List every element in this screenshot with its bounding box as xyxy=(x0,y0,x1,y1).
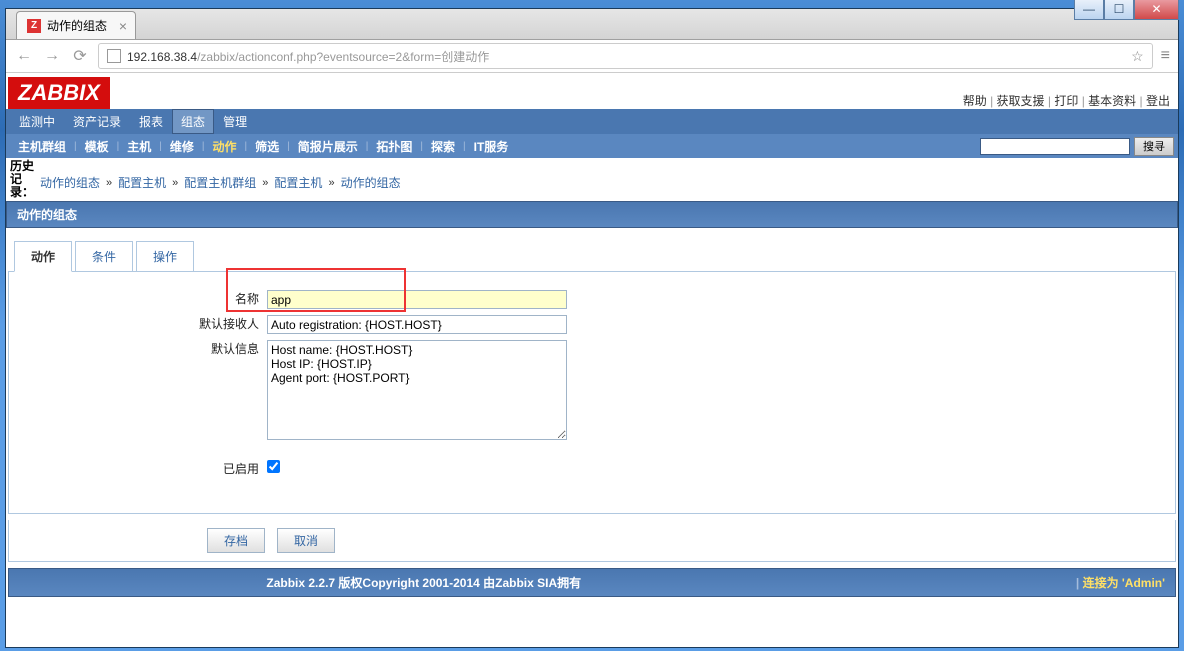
tab-title: 动作的组态 xyxy=(47,17,107,34)
link-logout[interactable]: 登出 xyxy=(1146,94,1170,108)
menu-inventory[interactable]: 资产记录 xyxy=(64,109,130,134)
submenu-filter[interactable]: 筛选 xyxy=(247,135,287,158)
submenu-slides[interactable]: 简报片展示 xyxy=(290,135,366,158)
breadcrumb-arrow-icon: » xyxy=(106,177,112,189)
search-input[interactable] xyxy=(980,138,1130,155)
tab-operations[interactable]: 操作 xyxy=(136,241,194,272)
browser-toolbar: ← → ⟳ 192.168.38.4/zabbix/actionconf.php… xyxy=(6,40,1178,73)
search-box: 搜寻 xyxy=(980,137,1174,156)
footer-copyright: Zabbix 2.2.7 版权Copyright 2001-2014 由Zabb… xyxy=(266,574,581,591)
sub-menu: 主机群组| 模板| 主机| 维修| 动作| 筛选| 简报片展示| 拓扑图| 探索… xyxy=(6,134,1178,158)
message-textarea[interactable] xyxy=(267,340,567,440)
tab-conditions[interactable]: 条件 xyxy=(75,241,133,272)
browser-window: Z 动作的组态 × ← → ⟳ 192.168.38.4/zabbix/acti… xyxy=(5,8,1179,648)
submenu-maps[interactable]: 拓扑图 xyxy=(368,135,420,158)
history-item[interactable]: 动作的组态 xyxy=(341,174,401,191)
history-row: 历史记录： 动作的组态 » 配置主机 » 配置主机群组 » 配置主机 » 动作的… xyxy=(6,158,1178,201)
link-profile[interactable]: 基本资料 xyxy=(1088,94,1146,108)
link-print[interactable]: 打印 xyxy=(1054,94,1088,108)
reload-button[interactable]: ⟳ xyxy=(70,46,90,66)
zabbix-favicon: Z xyxy=(27,19,41,33)
menu-reports[interactable]: 报表 xyxy=(130,109,172,134)
browser-tabstrip: Z 动作的组态 × xyxy=(6,9,1178,40)
form-buttons: 存档 取消 xyxy=(8,520,1176,562)
window-minimize[interactable]: — xyxy=(1074,0,1104,20)
submenu-hostgroups[interactable]: 主机群组 xyxy=(10,135,74,158)
message-label: 默认信息 xyxy=(17,340,267,357)
browser-tab[interactable]: Z 动作的组态 × xyxy=(16,11,136,39)
address-bar[interactable]: 192.168.38.4/zabbix/actionconf.php?event… xyxy=(98,43,1153,69)
tab-panel-action: 名称 默认接收人 默认信息 已启用 xyxy=(8,271,1176,514)
save-button[interactable]: 存档 xyxy=(207,528,265,553)
submenu-hosts[interactable]: 主机 xyxy=(119,135,159,158)
enabled-checkbox[interactable] xyxy=(267,460,280,473)
section-title: 动作的组态 xyxy=(6,201,1178,228)
history-item[interactable]: 配置主机群组 xyxy=(184,174,256,191)
url-text: 192.168.38.4/zabbix/actionconf.php?event… xyxy=(127,48,489,65)
history-item[interactable]: 配置主机 xyxy=(118,174,166,191)
chrome-menu-icon[interactable]: ≡ xyxy=(1161,47,1170,65)
submenu-discovery[interactable]: 探索 xyxy=(423,135,463,158)
menu-admin[interactable]: 管理 xyxy=(214,109,256,134)
link-help[interactable]: 帮助 xyxy=(963,94,997,108)
tab-action[interactable]: 动作 xyxy=(14,241,72,272)
history-item[interactable]: 动作的组态 xyxy=(40,174,100,191)
page-icon xyxy=(107,49,121,63)
submenu-actions[interactable]: 动作 xyxy=(205,135,245,158)
name-label: 名称 xyxy=(17,290,267,307)
name-input[interactable] xyxy=(267,290,567,309)
form-container: 动作 条件 操作 名称 默认接收人 xyxy=(6,228,1178,603)
submenu-itservices[interactable]: IT服务 xyxy=(466,135,517,158)
cancel-button[interactable]: 取消 xyxy=(277,528,335,553)
enabled-label: 已启用 xyxy=(17,460,267,477)
tab-close-icon[interactable]: × xyxy=(119,18,127,34)
breadcrumb-arrow-icon: » xyxy=(328,177,334,189)
history-item[interactable]: 配置主机 xyxy=(274,174,322,191)
forward-button[interactable]: → xyxy=(42,46,62,66)
submenu-templates[interactable]: 模板 xyxy=(77,135,117,158)
bookmark-star-icon[interactable]: ☆ xyxy=(1131,48,1144,65)
page-header: ZABBIX 帮助 获取支援 打印 基本资料 登出 xyxy=(6,73,1178,109)
search-button[interactable]: 搜寻 xyxy=(1134,137,1174,156)
recipient-label: 默认接收人 xyxy=(17,315,267,332)
os-window-frame: — ☐ ✕ Z 动作的组态 × ← → ⟳ 192.168.38.4/zabbi… xyxy=(0,0,1184,651)
breadcrumb-arrow-icon: » xyxy=(172,177,178,189)
menu-monitoring[interactable]: 监测中 xyxy=(10,109,64,134)
footer: Zabbix 2.2.7 版权Copyright 2001-2014 由Zabb… xyxy=(8,568,1176,597)
history-label: 历史记录： xyxy=(10,160,40,199)
window-maximize[interactable]: ☐ xyxy=(1104,0,1134,20)
window-controls: — ☐ ✕ xyxy=(1074,0,1179,20)
back-button[interactable]: ← xyxy=(14,46,34,66)
main-menu: 监测中 资产记录 报表 组态 管理 xyxy=(6,109,1178,134)
top-links: 帮助 获取支援 打印 基本资料 登出 xyxy=(963,92,1170,109)
page-content: ZABBIX 帮助 获取支援 打印 基本资料 登出 监测中 资产记录 报表 组态… xyxy=(6,73,1178,647)
zabbix-logo[interactable]: ZABBIX xyxy=(8,77,110,109)
submenu-maintenance[interactable]: 维修 xyxy=(162,135,202,158)
link-support[interactable]: 获取支援 xyxy=(997,94,1055,108)
footer-connected[interactable]: 连接为 'Admin' xyxy=(1076,574,1165,591)
menu-configuration[interactable]: 组态 xyxy=(172,109,214,134)
recipient-input[interactable] xyxy=(267,315,567,334)
breadcrumb-arrow-icon: » xyxy=(262,177,268,189)
form-tabs: 动作 条件 操作 xyxy=(14,240,1176,271)
window-close[interactable]: ✕ xyxy=(1134,0,1179,20)
